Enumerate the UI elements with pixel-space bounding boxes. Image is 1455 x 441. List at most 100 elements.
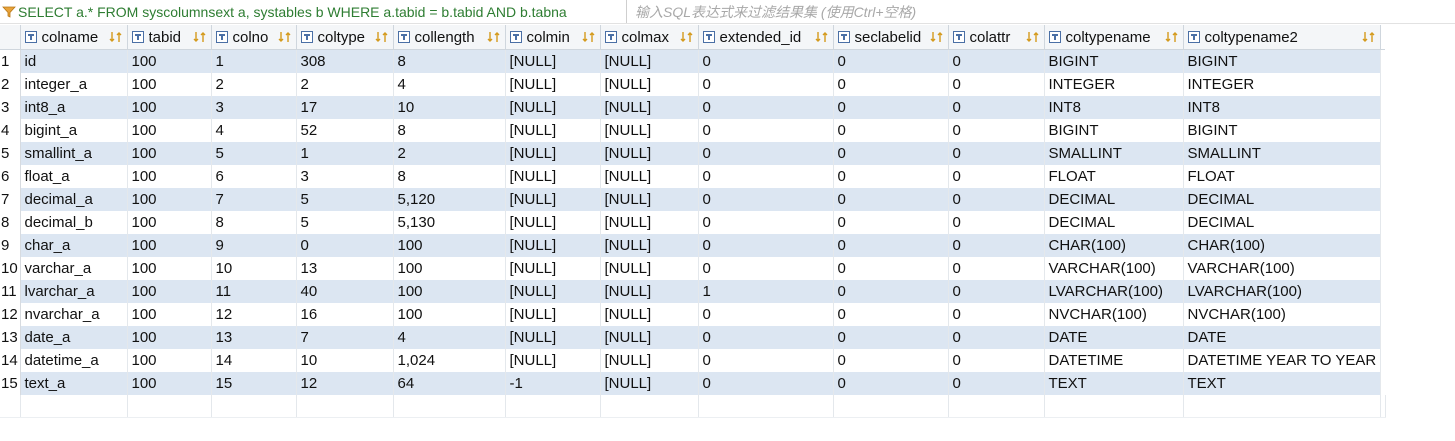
cell-colno[interactable]: 2 <box>211 72 297 96</box>
column-header-colattr[interactable]: colattr <box>948 25 1045 50</box>
row-number[interactable]: 6 <box>0 164 21 188</box>
cell-colmax[interactable]: [NULL] <box>600 256 699 280</box>
cell-colmin[interactable]: [NULL] <box>505 210 601 234</box>
cell-coltypename[interactable]: INTEGER <box>1044 72 1184 96</box>
row-number[interactable]: 11 <box>0 279 21 303</box>
cell-tabid[interactable]: 100 <box>127 279 212 303</box>
cell-colno[interactable]: 1 <box>211 49 297 73</box>
cell-seclabelid[interactable]: 0 <box>833 118 949 142</box>
cell-colmin[interactable]: -1 <box>505 371 601 395</box>
cell-colname[interactable]: float_a <box>20 164 128 188</box>
cell-colname[interactable]: nvarchar_a <box>20 302 128 326</box>
column-header-colmin[interactable]: colmin <box>505 25 601 50</box>
cell-collength[interactable]: 2 <box>393 141 506 165</box>
table-row[interactable]: 11 lvarchar_a 100 11 40 100 [NULL] [NULL] 1 0 0 LVA… <box>0 279 1385 303</box>
cell-coltypename2[interactable]: BIGINT <box>1183 49 1381 73</box>
cell-extended_id[interactable]: 1 <box>698 279 834 303</box>
cell-collength[interactable]: 100 <box>393 279 506 303</box>
cell-colmax[interactable]: [NULL] <box>600 233 699 257</box>
cell-colattr[interactable]: 0 <box>948 279 1045 303</box>
cell-coltypename2[interactable]: DATETIME YEAR TO YEAR <box>1183 348 1381 372</box>
cell-colmax[interactable]: [NULL] <box>600 72 699 96</box>
cell-coltypename2[interactable]: SMALLINT <box>1183 141 1381 165</box>
row-number[interactable]: 4 <box>0 118 21 142</box>
cell-collength[interactable]: 8 <box>393 118 506 142</box>
cell-colmin[interactable]: [NULL] <box>505 95 601 119</box>
cell-colattr[interactable]: 0 <box>948 348 1045 372</box>
row-number[interactable]: 2 <box>0 72 21 96</box>
cell-colmax[interactable]: [NULL] <box>600 164 699 188</box>
cell-colname[interactable]: decimal_b <box>20 210 128 234</box>
cell-collength[interactable]: 100 <box>393 256 506 280</box>
cell-colmin[interactable]: [NULL] <box>505 187 601 211</box>
cell-coltype[interactable]: 52 <box>296 118 394 142</box>
cell-colname[interactable]: date_a <box>20 325 128 349</box>
filter-query-area[interactable]: SELECT a.* FROM syscolumnsext a, systabl… <box>0 0 627 23</box>
cell-colattr[interactable]: 0 <box>948 49 1045 73</box>
cell-tabid[interactable]: 100 <box>127 210 212 234</box>
cell-tabid[interactable]: 100 <box>127 187 212 211</box>
cell-extended_id[interactable]: 0 <box>698 49 834 73</box>
cell-colmin[interactable]: [NULL] <box>505 302 601 326</box>
table-row[interactable]: 6 float_a 100 6 3 8 [NULL] [NULL] 0 0 0 FLOAT FLOAT <box>0 164 1385 188</box>
sort-arrows-icon[interactable] <box>109 31 123 43</box>
cell-seclabelid[interactable]: 0 <box>833 325 949 349</box>
cell-collength[interactable]: 4 <box>393 325 506 349</box>
cell-collength[interactable]: 1,024 <box>393 348 506 372</box>
cell-colmin[interactable]: [NULL] <box>505 141 601 165</box>
cell-coltypename[interactable]: VARCHAR(100) <box>1044 256 1184 280</box>
sort-arrows-icon[interactable] <box>193 31 207 43</box>
cell-colmax[interactable]: [NULL] <box>600 210 699 234</box>
table-row[interactable]: 3 int8_a 100 3 17 10 [NULL] [NULL] 0 0 0 INT8 INT8 <box>0 95 1385 119</box>
cell-tabid[interactable]: 100 <box>127 233 212 257</box>
cell-colmax[interactable]: [NULL] <box>600 95 699 119</box>
cell-colmax[interactable]: [NULL] <box>600 302 699 326</box>
cell-extended_id[interactable]: 0 <box>698 348 834 372</box>
cell-tabid[interactable]: 100 <box>127 302 212 326</box>
cell-colno[interactable]: 12 <box>211 302 297 326</box>
cell-coltypename[interactable]: TEXT <box>1044 371 1184 395</box>
cell-colname[interactable]: id <box>20 49 128 73</box>
cell-colmax[interactable]: [NULL] <box>600 348 699 372</box>
cell-extended_id[interactable]: 0 <box>698 256 834 280</box>
sort-arrows-icon[interactable] <box>278 31 292 43</box>
cell-coltypename[interactable]: DATE <box>1044 325 1184 349</box>
row-number[interactable]: 14 <box>0 348 21 372</box>
cell-extended_id[interactable]: 0 <box>698 118 834 142</box>
cell-coltype[interactable]: 308 <box>296 49 394 73</box>
cell-coltypename2[interactable]: LVARCHAR(100) <box>1183 279 1381 303</box>
cell-tabid[interactable]: 100 <box>127 72 212 96</box>
cell-extended_id[interactable]: 0 <box>698 187 834 211</box>
cell-colmin[interactable]: [NULL] <box>505 118 601 142</box>
column-header-extended_id[interactable]: extended_id <box>698 25 834 50</box>
cell-colmin[interactable]: [NULL] <box>505 325 601 349</box>
cell-coltypename[interactable]: BIGINT <box>1044 118 1184 142</box>
cell-coltype[interactable]: 10 <box>296 348 394 372</box>
cell-colno[interactable]: 5 <box>211 141 297 165</box>
column-header-coltypename2[interactable]: coltypename2 <box>1183 25 1381 50</box>
cell-colattr[interactable]: 0 <box>948 325 1045 349</box>
column-header-coltypename[interactable]: coltypename <box>1044 25 1184 50</box>
cell-coltype[interactable]: 17 <box>296 95 394 119</box>
sort-arrows-icon[interactable] <box>1165 31 1179 43</box>
cell-extended_id[interactable]: 0 <box>698 233 834 257</box>
table-row[interactable]: 7 decimal_a 100 7 5 5,120 [NULL] [NULL] 0 0 0 DECIM… <box>0 187 1385 211</box>
cell-seclabelid[interactable]: 0 <box>833 233 949 257</box>
cell-tabid[interactable]: 100 <box>127 118 212 142</box>
sort-arrows-icon[interactable] <box>815 31 829 43</box>
cell-colattr[interactable]: 0 <box>948 72 1045 96</box>
cell-coltype[interactable]: 12 <box>296 371 394 395</box>
cell-colattr[interactable]: 0 <box>948 233 1045 257</box>
cell-coltype[interactable]: 7 <box>296 325 394 349</box>
cell-colname[interactable]: datetime_a <box>20 348 128 372</box>
cell-seclabelid[interactable]: 0 <box>833 72 949 96</box>
cell-collength[interactable]: 100 <box>393 302 506 326</box>
cell-colmin[interactable]: [NULL] <box>505 72 601 96</box>
cell-tabid[interactable]: 100 <box>127 95 212 119</box>
cell-tabid[interactable]: 100 <box>127 164 212 188</box>
cell-colno[interactable]: 9 <box>211 233 297 257</box>
cell-colmax[interactable]: [NULL] <box>600 141 699 165</box>
cell-coltypename2[interactable]: FLOAT <box>1183 164 1381 188</box>
cell-colname[interactable]: int8_a <box>20 95 128 119</box>
cell-colname[interactable]: decimal_a <box>20 187 128 211</box>
